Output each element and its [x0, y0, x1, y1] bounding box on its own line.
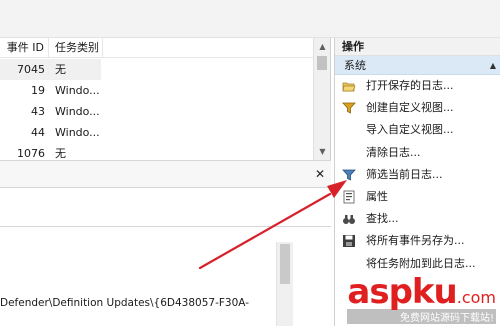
event-list-body: 7045 无 19 Windo... 43 Windo... 44 Windo.…: [0, 59, 313, 164]
column-header-event-id[interactable]: 事件 ID: [0, 38, 49, 58]
task-category-cell: 无: [45, 59, 101, 80]
event-details-pane: Defender\Definition Updates\{6D438057-F3…: [0, 188, 331, 326]
scroll-up-arrow-icon[interactable]: ▲: [314, 38, 331, 55]
action-label: 将所有事件另存为...: [366, 234, 465, 248]
table-row[interactable]: 43 Windo...: [0, 101, 313, 122]
actions-pane-title: 操作: [335, 38, 500, 56]
action-label: 清除日志...: [366, 145, 421, 159]
actions-pane: 操作 系统 ▲ 打开保存的日志... 创建自定义视图... 导入自定义视图...…: [334, 38, 500, 326]
action-open-saved-log[interactable]: 打开保存的日志...: [335, 75, 500, 97]
event-id-cell: 19: [31, 84, 45, 97]
action-import-custom-view[interactable]: 导入自定义视图...: [335, 119, 500, 141]
event-list-header: 事件 ID 任务类别: [0, 38, 313, 58]
filter-icon: [342, 169, 356, 181]
action-label: 创建自定义视图...: [366, 101, 454, 115]
binoculars-icon: [343, 215, 355, 225]
details-scrollbar[interactable]: [276, 242, 293, 326]
action-label: 查找...: [366, 212, 399, 226]
section-label: 系统: [344, 59, 366, 72]
event-list-pane: 事件 ID 任务类别 7045 无 19 Windo... 43 Windo..…: [0, 38, 331, 160]
actions-list: 打开保存的日志... 创建自定义视图... 导入自定义视图... 清除日志...…: [335, 75, 500, 275]
action-label: 导入自定义视图...: [366, 123, 454, 137]
top-strip: [0, 0, 500, 38]
event-id-cell: 7045: [0, 59, 45, 80]
action-filter-current-log[interactable]: 筛选当前日志...: [335, 164, 500, 186]
column-header-task-category[interactable]: 任务类别: [49, 38, 103, 58]
table-row[interactable]: 7045 无: [0, 59, 313, 80]
folder-open-icon: [342, 82, 356, 92]
action-label: 属性: [366, 189, 388, 203]
table-row[interactable]: 19 Windo...: [0, 80, 313, 101]
action-clear-log[interactable]: 清除日志...: [335, 142, 500, 164]
properties-icon: [343, 190, 355, 204]
event-id-cell: 43: [31, 105, 45, 118]
action-find[interactable]: 查找...: [335, 208, 500, 230]
action-save-all-events[interactable]: 将所有事件另存为...: [335, 230, 500, 252]
event-id-cell: 44: [31, 126, 45, 139]
task-category-cell: Windo...: [55, 84, 100, 97]
action-create-custom-view[interactable]: 创建自定义视图...: [335, 97, 500, 119]
table-row[interactable]: 44 Windo...: [0, 122, 313, 143]
event-list-scrollbar[interactable]: ▲ ▼: [313, 38, 330, 160]
action-label: 打开保存的日志...: [366, 79, 454, 92]
save-icon: [343, 235, 355, 248]
scroll-thumb[interactable]: [280, 244, 290, 284]
action-label: 筛选当前日志...: [366, 167, 443, 181]
task-category-cell: Windo...: [55, 105, 100, 118]
actions-section-system[interactable]: 系统 ▲: [335, 56, 500, 75]
details-path-text: Defender\Definition Updates\{6D438057-F3…: [0, 297, 250, 309]
action-attach-task[interactable]: 将任务附加到此日志...: [335, 253, 500, 275]
close-icon[interactable]: ✕: [313, 167, 327, 181]
action-label: 将任务附加到此日志...: [366, 256, 476, 270]
scroll-down-arrow-icon[interactable]: ▼: [314, 143, 331, 160]
collapse-arrow-icon[interactable]: ▲: [490, 56, 496, 75]
scroll-thumb[interactable]: [317, 56, 327, 70]
task-category-cell: Windo...: [55, 126, 100, 139]
filter-icon: [342, 102, 356, 114]
event-details-header: ✕: [0, 160, 331, 188]
action-properties[interactable]: 属性: [335, 186, 500, 208]
